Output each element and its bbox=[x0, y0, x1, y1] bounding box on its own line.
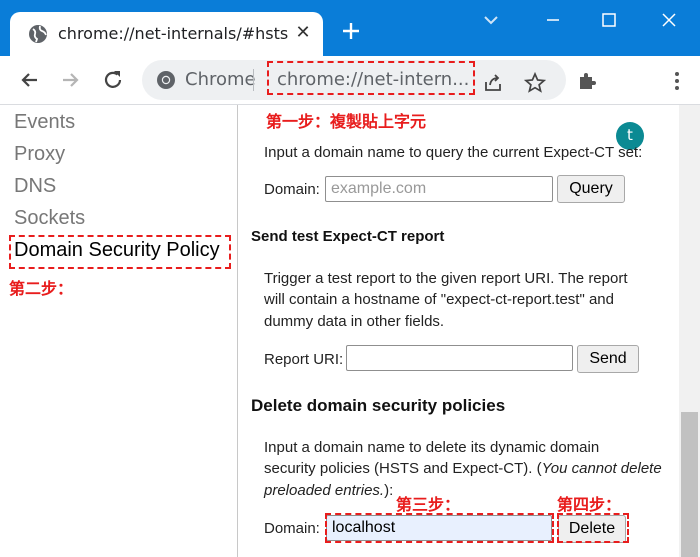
report-uri-input[interactable] bbox=[346, 345, 573, 371]
sidebar-item-dns[interactable]: DNS bbox=[14, 175, 56, 198]
sidebar-nav: Events Proxy DNS Sockets Domain Security… bbox=[0, 105, 238, 557]
extensions-puzzle-icon[interactable] bbox=[576, 70, 598, 92]
browser-tab[interactable]: chrome://net-internals/#hsts ✕ bbox=[10, 12, 323, 56]
delete-button-highlight-box bbox=[557, 513, 629, 543]
browser-window: chrome://net-internals/#hsts ✕ Chrome t … bbox=[0, 0, 700, 557]
domain-input-highlight-box bbox=[325, 513, 554, 543]
maximize-icon[interactable] bbox=[597, 10, 621, 30]
tab-title: chrome://net-internals/#hsts bbox=[58, 24, 289, 43]
sidebar-item-domain-security-policy[interactable]: Domain Security Policy bbox=[14, 239, 220, 262]
delete-description-plain: ): bbox=[384, 482, 394, 499]
delete-description-line2: security policies (HSTS and Expect-CT). … bbox=[264, 458, 662, 479]
minimize-icon[interactable] bbox=[541, 10, 565, 30]
forward-icon[interactable] bbox=[58, 68, 82, 92]
query-domain-input[interactable]: example.com bbox=[325, 176, 553, 202]
main-content: Input a domain name to query the current… bbox=[238, 105, 679, 557]
sidebar-item-sockets[interactable]: Sockets bbox=[14, 207, 85, 230]
tab-search-icon[interactable] bbox=[479, 10, 503, 30]
close-tab-icon[interactable]: ✕ bbox=[293, 23, 313, 43]
delete-description-line1: Input a domain name to delete its dynami… bbox=[264, 439, 600, 456]
title-bar: chrome://net-internals/#hsts ✕ bbox=[0, 0, 700, 56]
globe-icon bbox=[29, 25, 47, 43]
site-label: Chrome bbox=[185, 69, 256, 90]
test-report-description-line: will contain a hostname of "expect-ct-re… bbox=[264, 291, 614, 308]
close-window-icon[interactable] bbox=[657, 10, 681, 30]
sidebar-item-events[interactable]: Events bbox=[14, 111, 75, 134]
back-icon[interactable] bbox=[18, 68, 42, 92]
query-domain-label: Domain: bbox=[264, 181, 320, 198]
test-report-description-line: dummy data in other fields. bbox=[264, 313, 445, 330]
query-button[interactable]: Query bbox=[557, 175, 625, 203]
report-uri-label: Report URI: bbox=[264, 351, 344, 368]
delete-description-italic: preloaded entries. bbox=[264, 482, 385, 499]
delete-description-plain: security policies (HSTS and Expect-CT). … bbox=[264, 460, 542, 477]
annotation-step2: 第二步： bbox=[9, 279, 74, 298]
new-tab-icon[interactable] bbox=[339, 19, 363, 43]
scrollbar-thumb[interactable] bbox=[681, 412, 698, 557]
query-description: Input a domain name to query the current… bbox=[264, 144, 643, 161]
delete-domain-label: Domain: bbox=[264, 520, 320, 537]
omnibox-divider bbox=[253, 69, 254, 91]
share-icon[interactable] bbox=[482, 72, 504, 94]
delete-description-italic: You cannot delete bbox=[541, 460, 662, 477]
chrome-logo-icon bbox=[157, 71, 175, 89]
sidebar-item-proxy[interactable]: Proxy bbox=[14, 143, 65, 166]
test-report-heading: Send test Expect-CT report bbox=[251, 228, 445, 245]
reload-icon[interactable] bbox=[101, 68, 125, 92]
more-menu-icon[interactable] bbox=[666, 70, 688, 92]
bookmark-star-icon[interactable] bbox=[524, 72, 546, 94]
delete-heading: Delete domain security policies bbox=[251, 396, 506, 415]
delete-description-line3: preloaded entries.): bbox=[264, 480, 393, 501]
send-button[interactable]: Send bbox=[577, 345, 639, 373]
test-report-description-line: Trigger a test report to the given repor… bbox=[264, 270, 628, 287]
address-bar-url[interactable]: chrome://net-intern... bbox=[277, 69, 469, 90]
